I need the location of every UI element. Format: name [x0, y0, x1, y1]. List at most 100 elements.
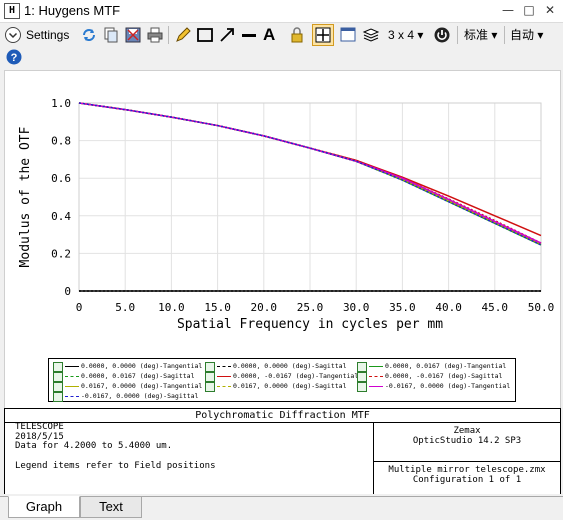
legend-swatch	[217, 366, 231, 368]
x-tick-label: 20.0	[251, 301, 278, 314]
toolbar: Settings A 3 x 4 ▾ 标准 ▾ 自动 ▾	[0, 23, 563, 47]
x-tick-label: 25.0	[297, 301, 324, 314]
x-tick-label: 5.0	[115, 301, 135, 314]
info-legend-note: Legend items refer to Field positions	[15, 460, 216, 471]
legend-checkbox[interactable]	[53, 372, 63, 382]
legend-label: -0.0167, 0.0000 (deg)-Sagittal	[81, 392, 199, 400]
tab-bar: Graph Text	[0, 494, 563, 520]
legend-checkbox[interactable]	[205, 382, 215, 392]
legend-swatch	[65, 386, 79, 387]
maximize-button[interactable]: □	[521, 2, 537, 18]
legend-swatch	[217, 386, 231, 388]
legend-label: 0.0000, 0.0167 (deg)-Tangential	[385, 362, 507, 370]
legend-label: 0.0167, 0.0000 (deg)-Sagittal	[233, 382, 347, 390]
text-tool-icon[interactable]: A	[263, 23, 275, 44]
toolbar-divider	[168, 26, 169, 44]
legend-checkbox[interactable]	[53, 382, 63, 392]
legend-swatch	[217, 376, 231, 377]
crosshair-icon	[315, 27, 331, 43]
tab-graph[interactable]: Graph	[8, 496, 80, 518]
save-icon[interactable]	[124, 26, 142, 44]
x-tick-label: 40.0	[435, 301, 462, 314]
layout-dropdown[interactable]: 3 x 4 ▾	[388, 25, 423, 45]
x-tick-label: 45.0	[482, 301, 509, 314]
x-tick-label: 0	[76, 301, 83, 314]
legend-checkbox[interactable]	[53, 362, 63, 372]
chevron-down-icon[interactable]	[4, 26, 22, 44]
svg-text:?: ?	[11, 52, 18, 64]
x-tick-label: 10.0	[158, 301, 185, 314]
toolbar-divider	[504, 26, 505, 44]
arrow-icon[interactable]	[218, 26, 236, 44]
legend-label: 0.0000, -0.0167 (deg)-Tangential	[233, 372, 359, 380]
legend-checkbox[interactable]	[205, 372, 215, 382]
info-product: OpticStudio 14.2 SP3	[412, 436, 522, 446]
rectangle-icon[interactable]	[196, 26, 214, 44]
lock-icon[interactable]	[288, 26, 306, 44]
info-company: Zemax	[453, 426, 481, 436]
legend-swatch	[369, 366, 383, 367]
pencil-icon[interactable]	[174, 26, 192, 44]
x-tick-label: 15.0	[204, 301, 231, 314]
minimize-button[interactable]: —	[500, 2, 516, 18]
info-file: Multiple mirror telescope.zmx	[388, 465, 546, 475]
info-divider	[374, 461, 560, 462]
y-tick-label: 0.8	[51, 135, 71, 148]
legend-swatch	[65, 376, 79, 378]
info-wavelength: Data for 4.2000 to 5.4000 um.	[15, 441, 173, 451]
y-tick-label: 0.6	[51, 172, 71, 185]
auto-label: 自动	[510, 28, 535, 42]
window-icon[interactable]	[339, 26, 357, 44]
legend-label: 0.0000, -0.0167 (deg)-Sagittal	[385, 372, 503, 380]
y-tick-label: 1.0	[51, 97, 71, 110]
legend-label: 0.0000, 0.0167 (deg)-Sagittal	[81, 372, 195, 380]
y-tick-label: 0.4	[51, 210, 71, 223]
legend-checkbox[interactable]	[357, 362, 367, 372]
legend-swatch	[369, 376, 383, 378]
legend-checkbox[interactable]	[53, 392, 63, 402]
x-axis-label: Spatial Frequency in cycles per mm	[177, 317, 443, 332]
legend-swatch	[65, 396, 79, 398]
legend-label: 0.0000, 0.0000 (deg)-Sagittal	[233, 362, 347, 370]
x-tick-label: 50.0	[528, 301, 555, 314]
tab-text[interactable]: Text	[80, 497, 142, 518]
legend-label: 0.0000, 0.0000 (deg)-Tangential	[81, 362, 203, 370]
info-right-bottom: Multiple mirror telescope.zmx Configurat…	[374, 465, 560, 485]
info-left: TELESCOPE 2018/5/15 Data for 4.2000 to 5…	[15, 422, 216, 471]
toolbar-divider	[457, 26, 458, 44]
layers-icon[interactable]	[362, 26, 380, 44]
y-tick-label: 0	[64, 285, 71, 298]
power-icon[interactable]	[433, 26, 451, 44]
legend-checkbox[interactable]	[357, 372, 367, 382]
info-header: Polychromatic Diffraction MTF	[5, 409, 560, 423]
help-bar: ?	[0, 47, 563, 69]
y-tick-label: 0.2	[51, 247, 71, 260]
print-icon[interactable]	[146, 26, 164, 44]
legend: 0.0000, 0.0000 (deg)-Tangential 0.0000, 0…	[48, 358, 516, 402]
standard-label: 标准	[464, 28, 489, 42]
standard-dropdown[interactable]: 标准 ▾	[464, 25, 497, 45]
dropdown-arrow-icon: ▾	[491, 28, 498, 42]
dropdown-arrow-icon: ▾	[417, 28, 424, 42]
help-icon[interactable]: ?	[6, 49, 22, 65]
legend-label: 0.0167, 0.0000 (deg)-Tangential	[81, 382, 203, 390]
legend-swatch	[65, 366, 79, 367]
auto-dropdown[interactable]: 自动 ▾	[510, 25, 543, 45]
y-axis-label: Modulus of the OTF	[18, 126, 33, 267]
fit-view-button[interactable]	[312, 24, 334, 46]
legend-swatch	[369, 386, 383, 387]
legend-checkbox[interactable]	[205, 362, 215, 372]
copy-icon[interactable]	[102, 26, 120, 44]
info-box: Polychromatic Diffraction MTF TELESCOPE …	[4, 408, 561, 495]
info-config: Configuration 1 of 1	[412, 475, 522, 485]
line-icon[interactable]	[240, 26, 258, 44]
close-button[interactable]: ✕	[542, 2, 558, 18]
legend-label: -0.0167, 0.0000 (deg)-Tangential	[385, 382, 511, 390]
settings-button[interactable]: Settings	[26, 25, 69, 45]
info-right-top: Zemax OpticStudio 14.2 SP3	[374, 426, 560, 446]
legend-checkbox[interactable]	[357, 382, 367, 392]
refresh-icon[interactable]	[80, 26, 98, 44]
x-tick-label: 35.0	[389, 301, 416, 314]
x-tick-label: 30.0	[343, 301, 370, 314]
app-icon: H	[4, 3, 20, 19]
